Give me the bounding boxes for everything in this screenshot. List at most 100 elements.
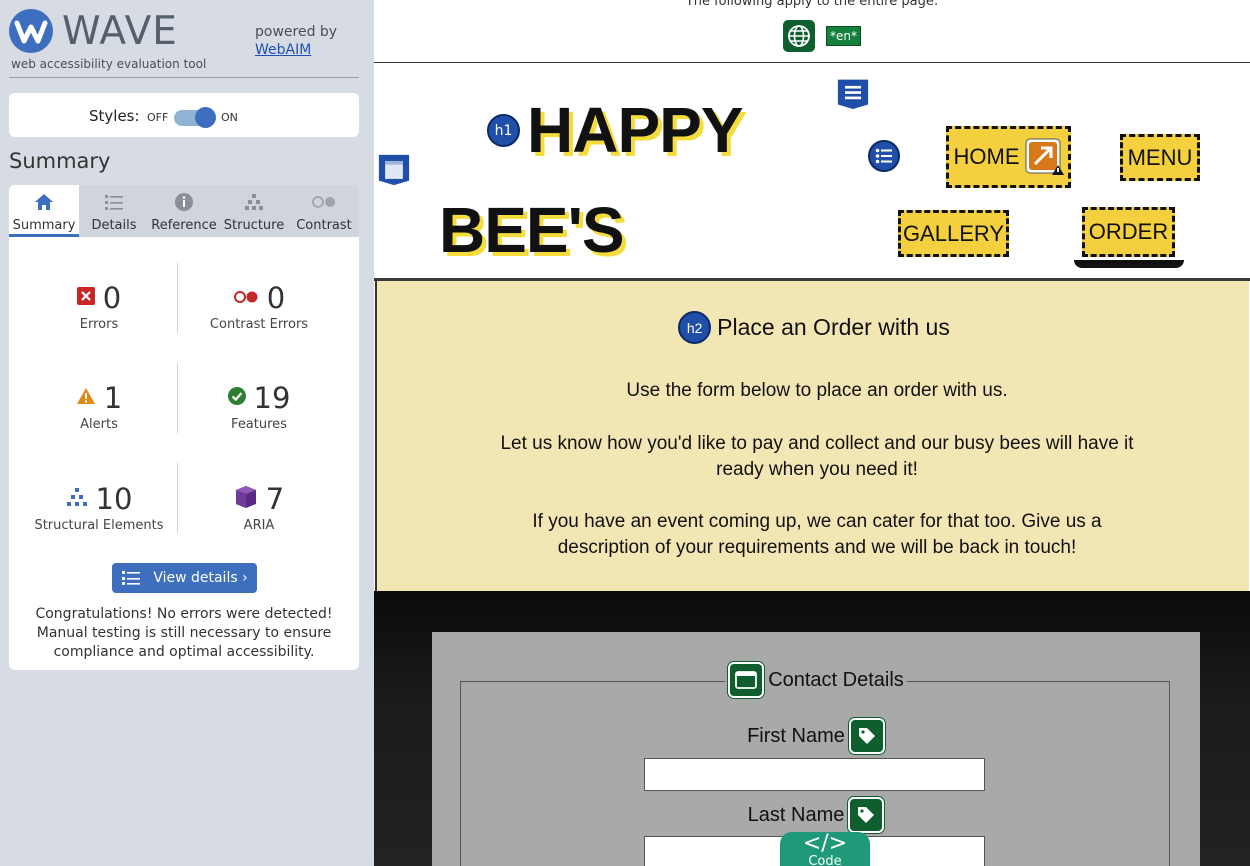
tab-label: Contrast [296,218,352,233]
aria-region-icon[interactable] [378,153,410,187]
aria-label: ARIA [243,518,275,533]
nav-order-label: ORDER [1088,219,1169,244]
summary-heading: Summary [9,149,111,173]
error-icon [76,287,95,309]
last-name-label-text: Last Name [747,803,845,826]
first-name-input[interactable] [644,758,985,791]
label-tag-icon[interactable] [848,797,885,833]
unordered-list-icon[interactable] [868,140,900,172]
structural-stat[interactable]: 10 Structural Elements [19,482,179,533]
wave-tagline: web accessibility evaluation tool [11,57,207,71]
info-icon [149,191,219,213]
aria-stat[interactable]: 7 ARIA [179,482,339,533]
view-details-button[interactable]: View details › [112,563,257,593]
nav-order-link[interactable]: ORDER [1082,207,1175,257]
wave-logo-text: WAVE [62,9,178,54]
styles-label: Styles: [89,107,140,125]
tab-label: Structure [223,218,285,233]
nav-menu-link[interactable]: MENU [1120,134,1200,181]
webaim-link[interactable]: WebAIM [255,42,311,58]
tab-label: Details [91,218,137,233]
summary-panel: Summary Details Reference Structure Cont… [9,185,359,670]
features-label: Features [231,417,287,432]
alerts-count: 1 [103,381,123,415]
tab-label: Summary [12,218,76,233]
legend-wrapper: Contact Details [725,662,907,698]
powered-by-text: powered by [255,24,338,40]
divider [9,77,359,78]
tab-structure[interactable]: Structure [219,185,289,237]
h2-badge[interactable]: h2 [678,311,712,344]
styles-on-label: ON [221,111,238,124]
list-icon [121,570,141,586]
intro-paragraph: Use the form below to place an order wit… [626,380,1008,401]
aria-landmark-icon[interactable] [837,76,869,110]
code-panel-toggle[interactable]: </> Code [780,832,870,866]
divider [177,263,178,333]
redundant-link-alert-icon[interactable] [1024,137,1064,177]
tab-reference[interactable]: Reference [149,185,219,237]
language-globe-icon[interactable] [783,20,815,52]
errors-label: Errors [79,317,119,332]
contrast-errors-label: Contrast Errors [209,317,309,332]
alert-icon [76,387,96,409]
aria-cube-icon [234,485,258,513]
tab-label: Reference [151,218,217,233]
home-icon [9,191,79,213]
contrast-icon [289,191,359,213]
hierarchy-icon [219,191,289,213]
view-details-label: View details › [153,570,248,586]
fieldset-icon[interactable] [728,662,765,698]
order-intro-section: h2 Place an Order with us Use the form b… [375,281,1249,591]
wave-logo-icon [9,9,53,53]
nav-menu-label: MENU [1127,144,1193,170]
divider [177,363,178,433]
structural-label: Structural Elements [34,518,164,533]
features-stat[interactable]: 19 Features [179,381,339,432]
tab-details[interactable]: Details [79,185,149,237]
last-name-label: Last Name [432,797,1200,833]
feature-check-icon [227,387,246,409]
page-note: The following apply to the entire page: [685,0,939,9]
page-preview: The following apply to the entire page: … [374,0,1250,866]
tab-contrast[interactable]: Contrast [289,185,359,237]
styles-off-label: OFF [147,111,169,124]
intro-paragraph: Let us know how you'd like to pay and co… [500,433,1134,480]
nav-gallery-label: GALLERY [902,220,1005,246]
language-badge[interactable]: *en* [826,26,861,46]
errors-stat[interactable]: 0 Errors [19,281,179,332]
alerts-stat[interactable]: 1 Alerts [19,381,179,432]
errors-count: 0 [102,281,122,315]
nav-home-link[interactable]: HOME [946,126,1071,188]
list-icon [79,191,149,213]
h1-badge[interactable]: h1 [487,114,520,147]
nav-gallery-link[interactable]: GALLERY [898,210,1009,257]
intro-paragraph: If you have an event coming up, we can c… [532,511,1102,558]
contrast-errors-count: 0 [266,281,286,315]
structure-icon [66,487,88,511]
structural-count: 10 [95,482,133,516]
active-nav-underline [1074,260,1184,268]
label-tag-icon[interactable] [848,718,885,754]
styles-toggle-knob[interactable] [195,107,216,128]
contrast-errors-stat[interactable]: 0 Contrast Errors [179,281,339,332]
code-icon: </> [802,831,848,856]
code-label: Code [808,854,842,866]
tab-summary[interactable]: Summary [9,185,79,237]
intro-heading-text: Place an Order with us [717,314,950,340]
alerts-label: Alerts [80,417,118,432]
styles-toggle-box: Styles: OFF ON [9,93,359,137]
contact-legend: Contact Details [432,662,1200,698]
divider [374,62,1250,63]
tab-bar: Summary Details Reference Structure Cont… [9,185,359,237]
wave-sidebar: WAVE web accessibility evaluation tool p… [0,0,374,866]
congrats-message: Congratulations! No errors were detected… [35,606,333,660]
first-name-label: First Name [432,718,1200,754]
features-count: 19 [253,381,291,415]
legend-text: Contact Details [768,668,904,691]
powered-by: powered by WebAIM [255,23,337,59]
contrast-error-icon [233,289,259,308]
divider [177,463,178,533]
nav-home-label: HOME [953,144,1020,169]
intro-heading: h2 Place an Order with us [377,311,1250,344]
